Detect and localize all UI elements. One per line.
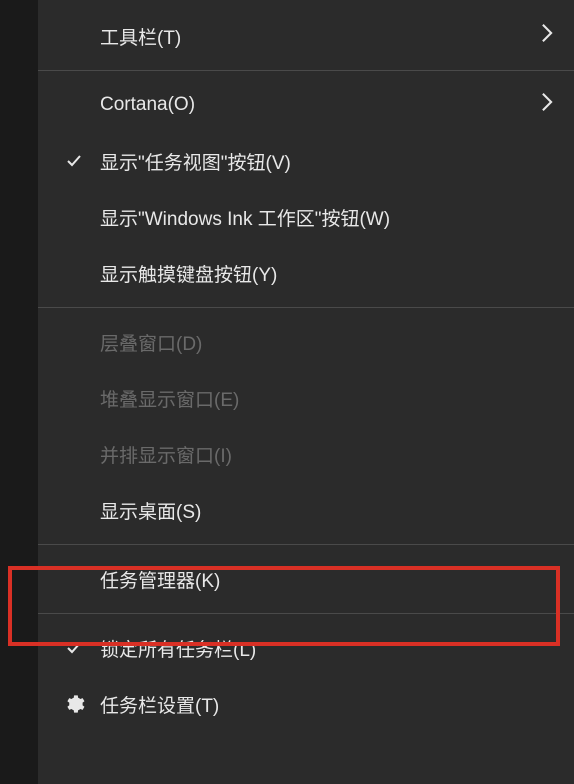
menu-item-toolbars[interactable]: 工具栏(T) [38, 8, 574, 64]
menu-item-label: 任务栏设置(T) [100, 691, 219, 718]
menu-separator [38, 70, 574, 71]
menu-separator [38, 307, 574, 308]
menu-item-label: 层叠窗口(D) [100, 329, 202, 356]
menu-item-label: 显示"任务视图"按钮(V) [100, 148, 291, 175]
menu-item-label: 显示"Windows Ink 工作区"按钮(W) [100, 204, 390, 231]
menu-item-task-view[interactable]: 显示"任务视图"按钮(V) [38, 133, 574, 189]
menu-item-cortana[interactable]: Cortana(O) [38, 77, 574, 133]
menu-item-label: 任务管理器(K) [100, 566, 220, 593]
menu-item-label: 堆叠显示窗口(E) [100, 385, 239, 412]
menu-separator [38, 613, 574, 614]
menu-item-label: 锁定所有任务栏(L) [100, 635, 256, 662]
menu-item-touch-keyboard[interactable]: 显示触摸键盘按钮(Y) [38, 245, 574, 301]
check-icon [60, 151, 88, 171]
menu-item-label: 显示触摸键盘按钮(Y) [100, 260, 277, 287]
check-icon [60, 638, 88, 658]
menu-item-cascade-windows: 层叠窗口(D) [38, 314, 574, 370]
menu-item-label: Cortana(O) [100, 94, 195, 116]
chevron-right-icon [540, 91, 554, 119]
menu-item-side-by-side: 并排显示窗口(I) [38, 426, 574, 482]
menu-item-task-manager[interactable]: 任务管理器(K) [38, 551, 574, 607]
menu-item-lock-taskbar[interactable]: 锁定所有任务栏(L) [38, 620, 574, 676]
menu-separator [38, 544, 574, 545]
taskbar-context-menu: 工具栏(T) Cortana(O) 显示"任务视图"按钮(V) 显示"Windo… [38, 0, 574, 784]
menu-item-taskbar-settings[interactable]: 任务栏设置(T) [38, 676, 574, 732]
chevron-right-icon [540, 22, 554, 50]
menu-item-windows-ink[interactable]: 显示"Windows Ink 工作区"按钮(W) [38, 189, 574, 245]
menu-item-label: 工具栏(T) [100, 23, 181, 50]
gear-icon [60, 693, 88, 715]
menu-item-label: 并排显示窗口(I) [100, 441, 232, 468]
menu-item-show-desktop[interactable]: 显示桌面(S) [38, 482, 574, 538]
menu-item-stacked-windows: 堆叠显示窗口(E) [38, 370, 574, 426]
menu-item-label: 显示桌面(S) [100, 497, 201, 524]
